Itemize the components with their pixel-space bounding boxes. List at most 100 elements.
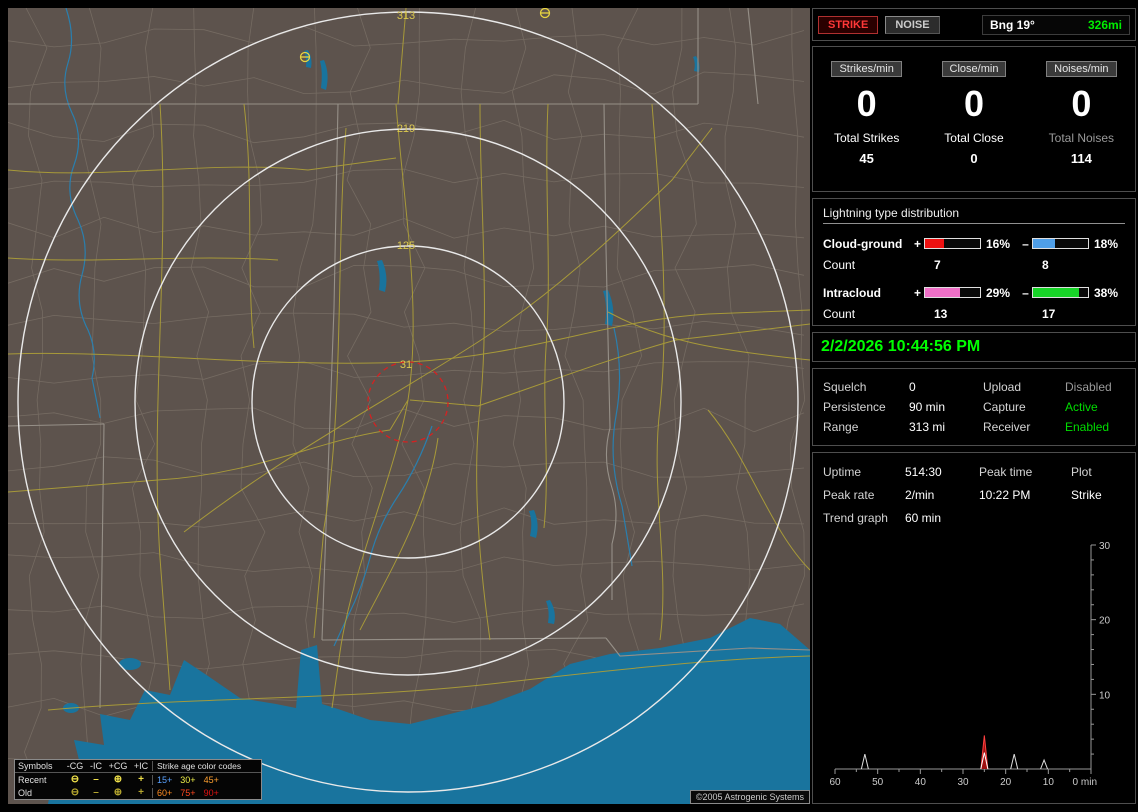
legend-col-pos-ic: +IC [133,761,149,771]
pos-ic-icon: + [138,773,144,785]
upload-label: Upload [983,380,1022,394]
lightning-map[interactable]: 313 219 125 31 Symbols -CG -IC +CG +IC S… [8,8,810,804]
range-label: Range [823,420,859,434]
noise-button[interactable]: NOISE [885,15,940,34]
strikes-per-min-label[interactable]: Strikes/min [831,61,902,77]
ic-positive-bar [924,287,981,298]
svg-text:30: 30 [1099,541,1111,552]
ic-negative-count: 17 [1042,306,1056,321]
pos-cg-old-icon: ⊕ [113,786,123,798]
cg-negative-count: 8 [1042,257,1049,272]
bearing-display: Bng 19° 326mi [982,14,1130,35]
bearing-value: Bng 19° [990,17,1035,32]
cg-negative-bar [1032,238,1089,249]
status-row-2: Peak rate 2/min 10:22 PM Strike [823,484,1125,507]
total-strikes-label: Total Strikes [833,131,900,145]
age-60: 60+ [157,787,173,798]
neg-ic-icon: – [93,773,99,785]
strike-button[interactable]: STRIKE [818,15,879,34]
total-close-value: 0 [970,151,978,166]
trend-spike [1040,758,1049,770]
map-legend: Symbols -CG -IC +CG +IC Strike age color… [14,759,262,800]
legend-header-row: Symbols -CG -IC +CG +IC Strike age color… [15,760,261,773]
distribution-box: Lightning type distribution Cloud-ground… [812,198,1136,326]
ring-label-219: 219 [397,123,415,135]
legend-recent-label: Recent [18,774,47,785]
age-45: 45+ [203,774,219,785]
capture-status: Active [1065,400,1098,414]
close-per-min-label[interactable]: Close/min [941,61,1007,77]
count-label: Count [823,257,856,272]
trend-graph-value: 60 min [905,511,942,525]
copyright-notice: ©2005 Astrogenic Systems [689,790,810,804]
ic-positive-count: 13 [934,306,948,321]
cloud-ground-count-row: Count 7 8 [823,254,1125,275]
plot-label: Plot [1071,465,1092,479]
svg-text:30: 30 [957,777,969,788]
age-75: 75+ [180,787,196,798]
peak-rate-label: Peak rate [823,488,875,502]
strikes-per-min-value: 0 [856,83,877,124]
side-panel: STRIKE NOISE Bng 19° 326mi Strikes/min 0… [810,0,1138,812]
intracloud-label: Intracloud [823,285,882,300]
legend-age-header: Strike age color codes [152,761,258,771]
ic-positive-pct: 29% [986,285,1011,300]
datetime-box: 2/2/2026 10:44:56 PM [812,332,1136,362]
rates-box: Strikes/min 0 Total Strikes 45 Close/min… [812,46,1136,192]
upload-status: Disabled [1065,380,1112,394]
settings-row-squelch: Squelch 0 Upload Disabled [823,377,1125,397]
noises-rate-column: Noises/min 0 Total Noises 114 [1028,59,1135,191]
datetime-value: 2/2/2026 10:44:56 PM [821,338,981,355]
uptime-label: Uptime [823,465,862,479]
peak-time-label: Peak time [979,465,1033,479]
noises-per-min-label[interactable]: Noises/min [1046,61,1117,77]
distribution-title: Lightning type distribution [823,206,1125,224]
cloud-ground-row: Cloud-ground + 16% – 18% [823,233,1125,254]
map-canvas[interactable]: 313 219 125 31 [8,8,810,804]
legend-col-pos-cg: +CG [108,761,128,771]
display-mode-toolbar: STRIKE NOISE Bng 19° 326mi [812,8,1136,41]
svg-text:10: 10 [1099,690,1111,701]
legend-col-neg-ic: -IC [90,761,102,771]
settings-row-persistence: Persistence 90 min Capture Active [823,397,1125,417]
trend-spike [860,753,869,770]
trend-graph: 60 50 40 30 20 10 0 min 10 20 30 [829,541,1111,788]
intracloud-count-row: Count 13 17 [823,303,1125,324]
status-box: Uptime 514:30 Peak time Plot Peak rate 2… [812,452,1136,804]
cg-positive-bar [924,238,981,249]
svg-text:20: 20 [1099,616,1111,627]
svg-text:60: 60 [829,777,841,788]
close-rate-column: Close/min 0 Total Close 0 [920,59,1027,191]
cg-negative-pct: 18% [1094,236,1119,251]
age-30: 30+ [180,774,196,785]
status-row-1: Uptime 514:30 Peak time Plot [823,461,1125,484]
capture-label: Capture [983,400,1026,414]
pos-ic-old-icon: + [138,786,144,798]
legend-old-row: Old ⊖ – ⊕ + 60+ 75+ 90+ [15,786,261,799]
status-row-3: Trend graph 60 min [823,507,1125,530]
ic-negative-bar [1032,287,1089,298]
age-90: 90+ [203,787,219,798]
svg-text:40: 40 [915,777,927,788]
settings-box: Squelch 0 Upload Disabled Persistence 90… [812,368,1136,446]
settings-row-range: Range 313 mi Receiver Enabled [823,417,1125,437]
cg-positive-count: 7 [934,257,941,272]
ring-label-125: 125 [397,240,415,252]
ring-label-31: 31 [400,359,412,371]
minus-sign: – [1022,236,1029,251]
pos-cg-icon: ⊕ [113,773,123,785]
peak-rate-value: 2/min [905,488,935,502]
total-noises-label: Total Noises [1048,131,1115,145]
svg-text:20: 20 [1000,777,1012,788]
total-noises-value: 114 [1070,151,1092,166]
ring-label-313: 313 [397,10,415,22]
total-strikes-value: 45 [859,151,874,166]
receiver-label: Receiver [983,420,1031,434]
squelch-label: Squelch [823,380,867,394]
legend-old-ages: 60+ 75+ 90+ [152,787,258,798]
neg-ic-old-icon: – [93,786,99,798]
age-15: 15+ [157,774,173,785]
cloud-ground-label: Cloud-ground [823,236,903,251]
plus-sign: + [913,285,921,300]
svg-text:50: 50 [872,777,884,788]
